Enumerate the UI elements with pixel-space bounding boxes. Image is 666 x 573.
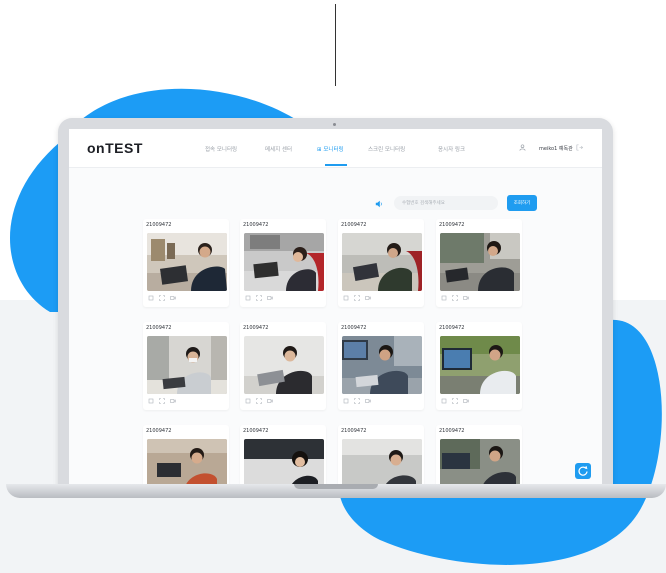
user-name[interactable]: meiko1 예독관 [539, 145, 573, 152]
candidate-card[interactable]: 21009472 [436, 322, 522, 410]
webcam-thumbnail[interactable] [440, 336, 520, 394]
candidate-id: 21009472 [341, 222, 367, 228]
video-icon[interactable] [463, 295, 469, 301]
video-icon[interactable] [267, 398, 273, 404]
app-window: onTEST 접속 모니터링 메세지 센터 ⊞ 모니터링 스크린 모니터링 응시… [69, 129, 602, 490]
expand-icon[interactable] [452, 398, 458, 404]
video-icon[interactable] [365, 398, 371, 404]
search-input[interactable] [402, 196, 492, 210]
webcam-thumbnail[interactable] [244, 439, 324, 490]
vertical-divider-line [335, 4, 336, 86]
screen-icon[interactable] [148, 295, 154, 301]
webcam-thumbnail[interactable] [342, 439, 422, 490]
webcam-thumbnail[interactable] [342, 233, 422, 291]
search-button[interactable]: 조회하기 [507, 195, 537, 211]
screen-icon[interactable] [343, 398, 349, 404]
webcam-thumbnail[interactable] [244, 336, 324, 394]
candidate-id: 21009472 [243, 325, 269, 331]
nav-item-candidate-link[interactable]: 응시자 링크 [438, 145, 465, 153]
candidate-card[interactable]: 21009472 [338, 425, 424, 490]
webcam-thumbnail[interactable] [147, 439, 227, 490]
webcam-dot [333, 123, 336, 126]
screen-icon[interactable] [441, 398, 447, 404]
candidate-card[interactable]: 21009472 [143, 322, 229, 410]
laptop-screen: onTEST 접속 모니터링 메세지 센터 ⊞ 모니터링 스크린 모니터링 응시… [58, 118, 613, 490]
screen-icon[interactable] [441, 295, 447, 301]
laptop-base-notch [294, 484, 378, 489]
nav-item-screen-monitoring[interactable]: 스크린 모니터링 [368, 145, 405, 153]
candidate-card[interactable]: 21009472 [338, 322, 424, 410]
screen-icon[interactable] [245, 295, 251, 301]
video-icon[interactable] [170, 295, 176, 301]
candidate-id: 21009472 [439, 325, 465, 331]
app-logo[interactable]: onTEST [87, 140, 143, 156]
candidate-id: 21009472 [439, 222, 465, 228]
webcam-thumbnail[interactable] [147, 336, 227, 394]
expand-icon[interactable] [354, 398, 360, 404]
candidate-id: 21009472 [146, 222, 172, 228]
webcam-thumbnail[interactable] [244, 233, 324, 291]
refresh-icon [578, 466, 588, 476]
nav-item-message-center[interactable]: 메세지 센터 [265, 145, 292, 153]
video-icon[interactable] [463, 398, 469, 404]
candidate-card[interactable]: 21009472 [240, 219, 326, 307]
screen-icon[interactable] [148, 398, 154, 404]
expand-icon[interactable] [159, 398, 165, 404]
candidate-card[interactable]: 21009472 [240, 425, 326, 490]
speaker-icon[interactable] [375, 200, 383, 208]
video-icon[interactable] [267, 295, 273, 301]
user-icon[interactable] [519, 144, 526, 151]
candidate-card[interactable]: 21009472 [240, 322, 326, 410]
candidate-id: 21009472 [146, 428, 172, 434]
search-box [394, 196, 498, 210]
candidate-id: 21009472 [341, 428, 367, 434]
candidate-id: 21009472 [341, 325, 367, 331]
candidate-card[interactable]: 21009472 [436, 219, 522, 307]
candidate-card[interactable]: 21009472 [143, 219, 229, 307]
candidate-card[interactable]: 21009472 [143, 425, 229, 490]
nav-item-access-monitoring[interactable]: 접속 모니터링 [205, 145, 237, 153]
candidate-id: 21009472 [243, 428, 269, 434]
active-tab-indicator [325, 164, 347, 166]
app-header: onTEST 접속 모니터링 메세지 센터 ⊞ 모니터링 스크린 모니터링 응시… [69, 129, 602, 168]
candidate-id: 21009472 [243, 222, 269, 228]
expand-icon[interactable] [159, 295, 165, 301]
screen-icon[interactable] [343, 295, 349, 301]
video-icon[interactable] [170, 398, 176, 404]
video-icon[interactable] [365, 295, 371, 301]
candidate-card[interactable]: 21009472 [436, 425, 522, 490]
candidate-id: 21009472 [146, 325, 172, 331]
screen-icon[interactable] [245, 398, 251, 404]
candidate-card[interactable]: 21009472 [338, 219, 424, 307]
candidate-id: 21009472 [439, 428, 465, 434]
webcam-thumbnail[interactable] [342, 336, 422, 394]
webcam-thumbnail[interactable] [147, 233, 227, 291]
expand-icon[interactable] [354, 295, 360, 301]
expand-icon[interactable] [452, 295, 458, 301]
nav-item-monitoring[interactable]: ⊞ 모니터링 [317, 145, 344, 153]
laptop-base [6, 484, 666, 498]
webcam-thumbnail[interactable] [440, 439, 520, 490]
webcam-thumbnail[interactable] [440, 233, 520, 291]
logout-icon[interactable] [576, 144, 583, 151]
expand-icon[interactable] [256, 398, 262, 404]
refresh-button[interactable] [575, 463, 591, 479]
expand-icon[interactable] [256, 295, 262, 301]
